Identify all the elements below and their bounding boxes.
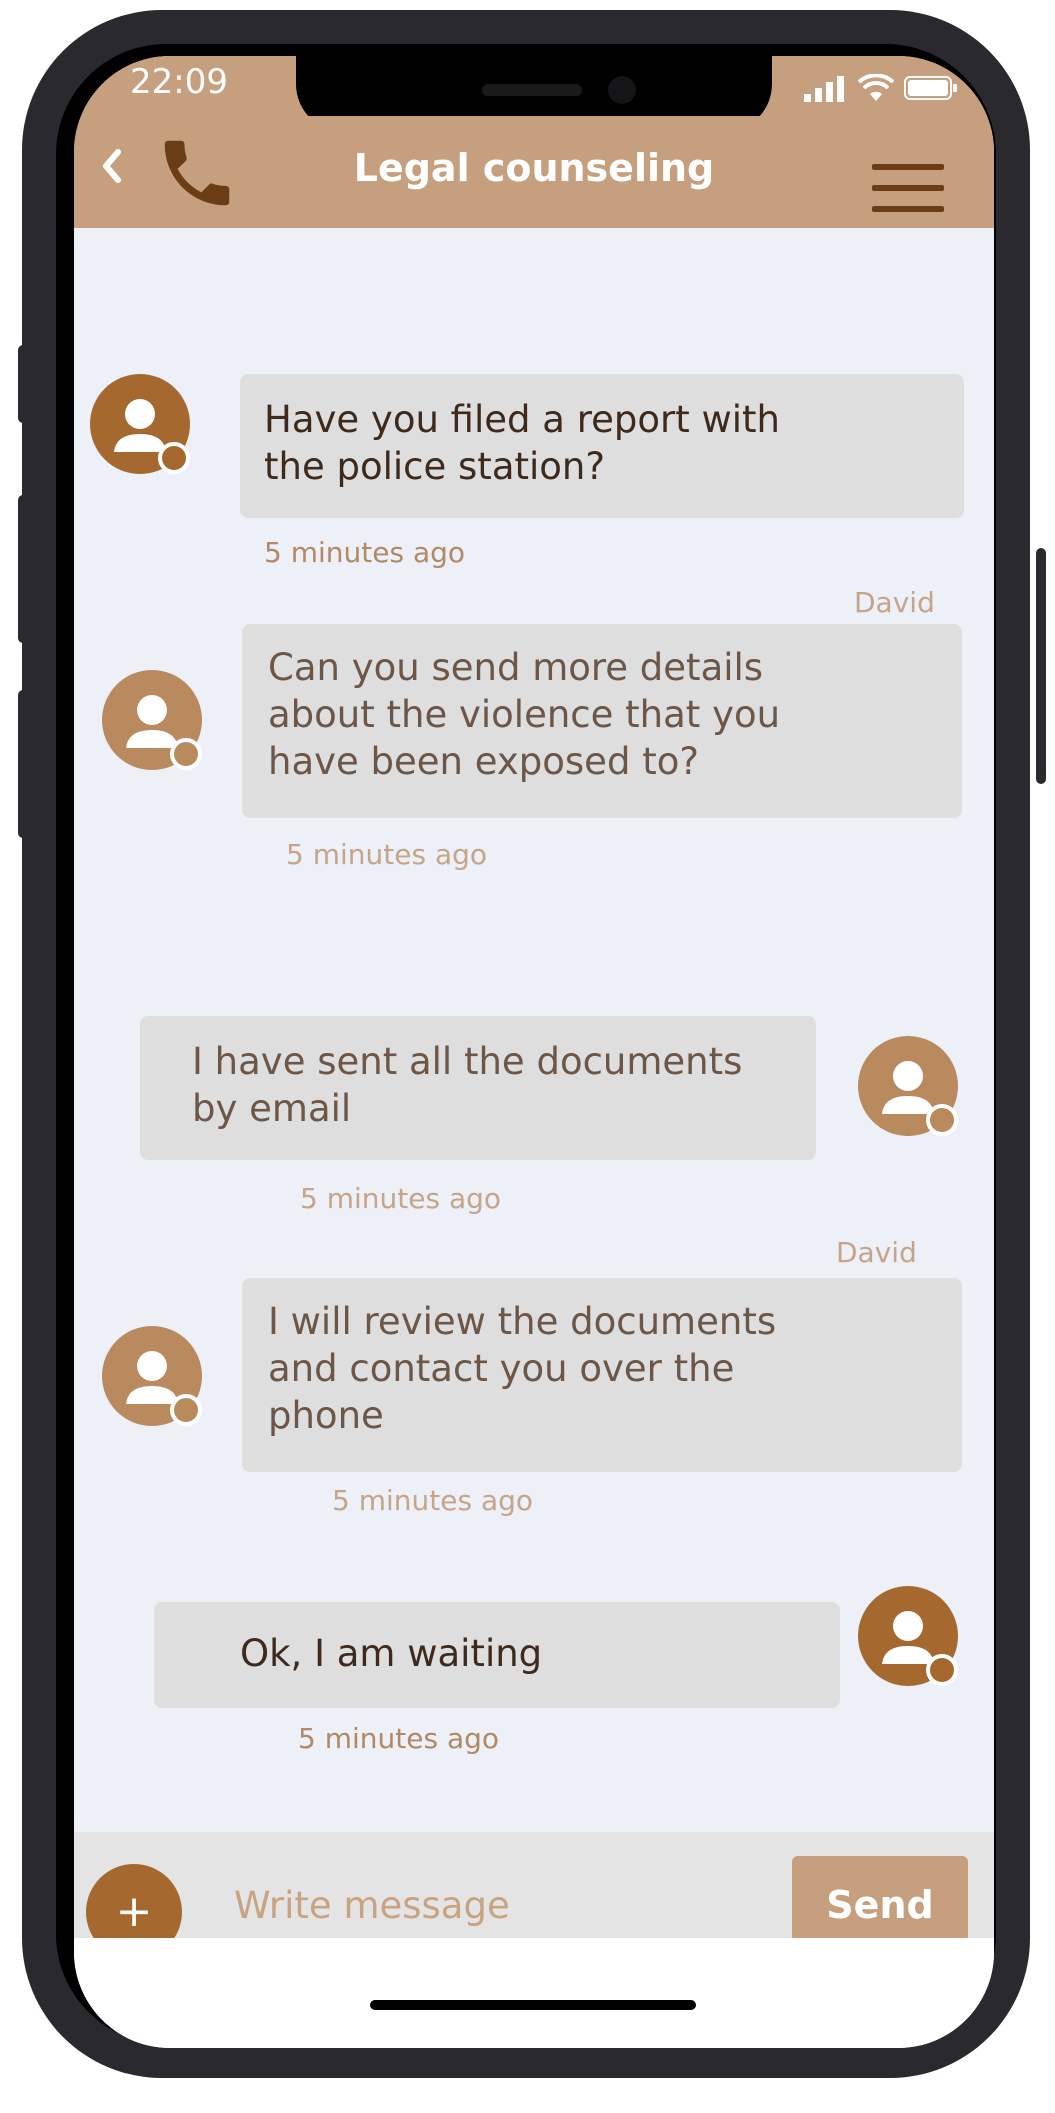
message-line: I have sent all the documents xyxy=(192,1040,743,1083)
volume-down-button xyxy=(18,495,28,643)
message-composer: + Send xyxy=(74,1832,994,1960)
menu-button[interactable] xyxy=(870,160,946,216)
message-timestamp: 5 minutes ago xyxy=(286,838,488,871)
battery-icon xyxy=(904,76,957,100)
status-icons xyxy=(804,72,958,102)
chat-area[interactable]: Have you filed a report with the police … xyxy=(74,228,994,1832)
message-bubble[interactable]: Have you filed a report with the police … xyxy=(240,374,964,518)
message-bubble[interactable]: Can you send more details about the viol… xyxy=(242,624,962,818)
wifi-icon xyxy=(858,74,894,101)
user-avatar-icon xyxy=(102,670,202,770)
message-line: by email xyxy=(192,1087,352,1130)
avatar[interactable] xyxy=(102,670,202,770)
user-avatar-icon xyxy=(90,374,190,474)
message-line: have been exposed to? xyxy=(268,740,699,783)
call-button[interactable] xyxy=(154,130,240,216)
menu-bar-middle xyxy=(872,185,944,191)
message-timestamp: 5 minutes ago xyxy=(300,1182,502,1215)
back-button[interactable] xyxy=(90,144,134,188)
chevron-left-icon xyxy=(103,149,121,183)
message-line: Ok, I am waiting xyxy=(240,1632,543,1675)
message-timestamp: 5 minutes ago xyxy=(264,536,466,569)
user-avatar-icon xyxy=(858,1586,958,1686)
message-line: Have you filed a report with xyxy=(264,398,780,441)
user-avatar-icon xyxy=(858,1036,958,1136)
status-time: 22:09 xyxy=(130,62,228,102)
speaker-grille xyxy=(482,84,582,96)
app-header: Legal counseling xyxy=(74,116,994,228)
message-line: and contact you over the xyxy=(268,1347,735,1390)
avatar[interactable] xyxy=(858,1586,958,1686)
volume-up-button xyxy=(18,345,28,423)
home-indicator[interactable] xyxy=(370,2000,696,2010)
signal-icon xyxy=(804,76,844,102)
sender-name: David xyxy=(854,586,935,619)
avatar[interactable] xyxy=(90,374,190,474)
avatar[interactable] xyxy=(858,1036,958,1136)
message-line: about the violence that you xyxy=(268,693,781,736)
sender-name: David xyxy=(836,1236,917,1269)
message-line: the police station? xyxy=(264,445,606,488)
message-line: Can you send more details xyxy=(268,646,764,689)
mute-switch xyxy=(18,690,28,838)
message-line: I will review the documents xyxy=(268,1300,777,1343)
phone-screen: 22:09 Legal counseling Have you filed a … xyxy=(74,56,994,2048)
message-bubble[interactable]: I will review the documents and contact … xyxy=(242,1278,962,1472)
message-bubble[interactable]: Ok, I am waiting xyxy=(154,1602,840,1708)
message-line: phone xyxy=(268,1394,384,1437)
user-avatar-icon xyxy=(102,1326,202,1426)
message-bubble[interactable]: I have sent all the documents by email xyxy=(140,1016,816,1160)
message-timestamp: 5 minutes ago xyxy=(332,1484,534,1517)
bottom-safe-area xyxy=(74,1938,994,2048)
front-camera xyxy=(608,76,636,104)
message-timestamp: 5 minutes ago xyxy=(298,1722,500,1755)
avatar[interactable] xyxy=(102,1326,202,1426)
plus-icon: + xyxy=(115,1886,153,1937)
menu-bar-bottom xyxy=(872,206,944,212)
phone-icon xyxy=(164,140,230,206)
hamburger-menu-icon xyxy=(872,164,944,170)
power-button xyxy=(1036,548,1046,784)
